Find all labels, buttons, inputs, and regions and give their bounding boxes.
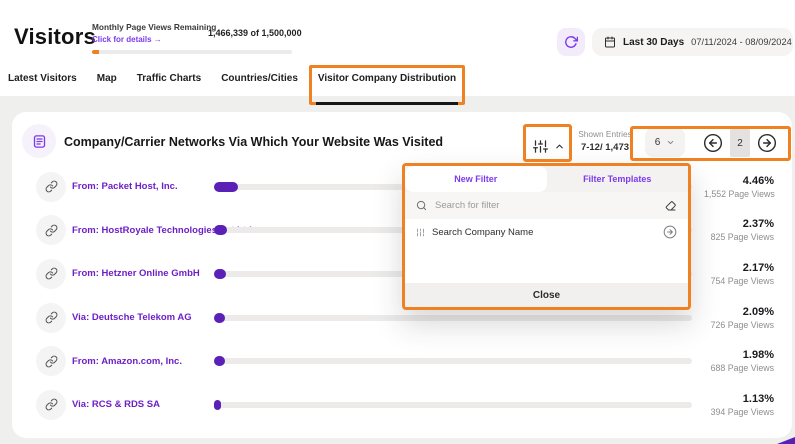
pageviews-bar-fill — [214, 269, 226, 279]
page-size-select[interactable]: 6 — [645, 128, 685, 157]
filter-search-row — [405, 192, 688, 219]
search-icon — [416, 200, 427, 211]
pageviews-bar-fill — [214, 313, 225, 323]
row-values: 2.09% 726 Page Views — [704, 306, 774, 330]
tab-new-filter[interactable]: New Filter — [405, 166, 547, 192]
row-pageviews: 754 Page Views — [704, 276, 774, 286]
row-values: 4.46% 1,552 Page Views — [704, 175, 774, 199]
monthly-pageviews-progress-fill — [92, 50, 99, 54]
link-icon — [36, 259, 66, 289]
eraser-icon[interactable] — [665, 200, 677, 212]
table-row[interactable]: From: Amazon.com, Inc. 1.98% 688 Page Vi… — [12, 339, 792, 383]
row-percent: 1.13% — [704, 393, 774, 405]
row-values: 2.17% 754 Page Views — [704, 262, 774, 286]
row-percent: 2.37% — [704, 218, 774, 230]
shown-entries-value: 7-12/ 1,473 — [572, 142, 638, 153]
arrow-right-circle-icon[interactable] — [663, 225, 677, 239]
row-values: 1.13% 394 Page Views — [704, 393, 774, 417]
link-icon — [36, 172, 66, 202]
tab-visitor-company-distribution[interactable]: Visitor Company Distribution — [318, 73, 456, 96]
tab-visitor-company-distribution-label: Visitor Company Distribution — [318, 73, 456, 84]
annotation-box-active-tab — [309, 65, 465, 105]
company-name-link[interactable]: Via: Deutsche Telekom AG — [72, 312, 212, 323]
pagination: 2 — [703, 129, 777, 157]
pageviews-bar-track — [214, 402, 692, 408]
calendar-icon — [604, 36, 616, 48]
corner-decoration — [777, 437, 795, 444]
row-percent: 2.09% — [704, 306, 774, 318]
tab-countries-cities[interactable]: Countries/Cities — [221, 73, 298, 96]
row-pageviews: 825 Page Views — [704, 232, 774, 242]
row-pageviews: 726 Page Views — [704, 320, 774, 330]
row-pageviews: 688 Page Views — [704, 363, 774, 373]
document-icon — [32, 134, 47, 149]
filter-sliders-icon — [416, 228, 425, 237]
pageviews-bar-fill — [214, 400, 221, 410]
company-distribution-card: Company/Carrier Networks Via Which Your … — [12, 112, 792, 438]
filter-toggle-button[interactable] — [529, 133, 569, 159]
row-values: 1.98% 688 Page Views — [704, 349, 774, 373]
date-preset-label: Last 30 Days — [623, 37, 684, 48]
filter-popover: New Filter Filter Templates Search Compa… — [402, 163, 691, 310]
tab-latest-visitors[interactable]: Latest Visitors — [8, 73, 77, 96]
main-tab-bar: Latest Visitors Map Traffic Charts Count… — [0, 62, 795, 96]
row-values: 2.37% 825 Page Views — [704, 218, 774, 242]
company-name-link[interactable]: Via: RCS & RDS SA — [72, 399, 212, 410]
previous-page-button[interactable] — [703, 133, 723, 153]
close-button[interactable]: Close — [405, 283, 688, 307]
shown-entries-block: Shown Entries 7-12/ 1,473 — [572, 129, 638, 153]
date-range-picker[interactable]: Last 30 Days 07/11/2024 - 08/09/2024 — [592, 28, 793, 56]
refresh-button[interactable] — [557, 28, 585, 56]
tab-filter-templates[interactable]: Filter Templates — [547, 166, 689, 192]
card-title: Company/Carrier Networks Via Which Your … — [64, 135, 443, 149]
filter-popover-empty-area — [405, 245, 688, 283]
row-percent: 2.17% — [704, 262, 774, 274]
link-icon — [36, 303, 66, 333]
next-page-button[interactable] — [757, 133, 777, 153]
company-name-link[interactable]: From: Packet Host, Inc. — [72, 181, 212, 192]
filter-option-search-company-name[interactable]: Search Company Name — [405, 219, 688, 245]
shown-entries-label: Shown Entries — [572, 129, 638, 139]
current-page-indicator[interactable]: 2 — [730, 129, 750, 157]
pageviews-bar-fill — [214, 225, 227, 235]
chevron-down-icon — [666, 138, 675, 147]
row-percent: 4.46% — [704, 175, 774, 187]
filter-popover-tabbar: New Filter Filter Templates — [405, 166, 688, 192]
filter-search-input[interactable] — [435, 200, 657, 211]
arrow-right-circle-icon — [757, 133, 777, 153]
arrow-left-circle-icon — [703, 133, 723, 153]
pageviews-bar-track — [214, 315, 692, 321]
monthly-pageviews-progressbar — [92, 50, 292, 54]
refresh-icon — [564, 35, 578, 49]
row-pageviews: 394 Page Views — [704, 407, 774, 417]
company-name-link[interactable]: From: HostRoyale Technologies Pvt Ltd — [72, 225, 212, 236]
link-icon — [36, 346, 66, 376]
company-name-link[interactable]: From: Hetzner Online GmbH — [72, 268, 212, 279]
filter-sliders-icon — [533, 139, 548, 154]
link-icon — [36, 390, 66, 420]
row-percent: 1.98% — [704, 349, 774, 361]
page-size-value: 6 — [655, 137, 661, 148]
link-icon — [36, 215, 66, 245]
table-row[interactable]: Via: RCS & RDS SA 1.13% 394 Page Views — [12, 383, 792, 427]
company-name-link[interactable]: From: Amazon.com, Inc. — [72, 356, 212, 367]
date-range-value: 07/11/2024 - 08/09/2024 — [691, 37, 792, 47]
pageviews-bar-fill — [214, 356, 225, 366]
tab-traffic-charts[interactable]: Traffic Charts — [137, 73, 201, 96]
chevron-up-icon — [554, 141, 565, 152]
row-pageviews: 1,552 Page Views — [704, 189, 774, 199]
card-icon-circle — [22, 124, 56, 158]
pageviews-bar-fill — [214, 182, 238, 192]
monthly-pageviews-usage: 1,466,339 of 1,500,000 — [208, 28, 302, 38]
pageviews-bar-track — [214, 358, 692, 364]
tab-map[interactable]: Map — [97, 73, 117, 96]
page-title: Visitors — [14, 24, 96, 50]
filter-option-label: Search Company Name — [432, 227, 656, 238]
